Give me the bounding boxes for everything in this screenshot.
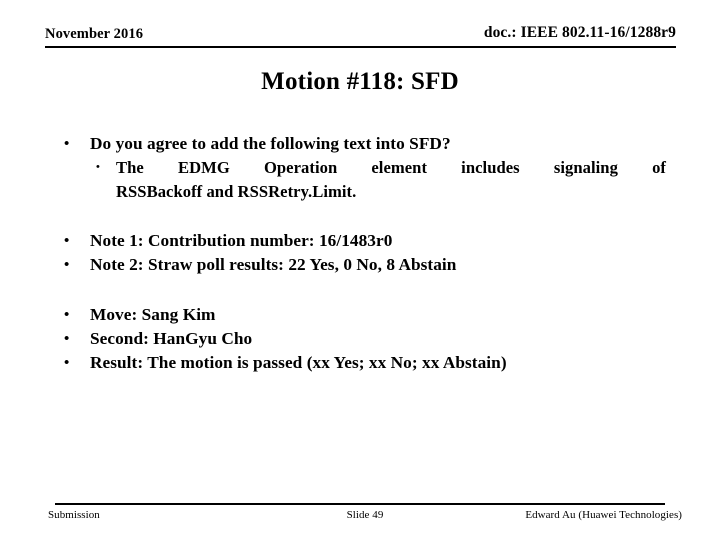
bullet-marker-icon: •: [64, 355, 70, 371]
bullet-marker-icon: •: [64, 257, 70, 273]
bullet-second: • Second: HanGyu Cho: [56, 327, 666, 351]
footer-divider: [55, 503, 665, 505]
body-group-proposal: • Do you agree to add the following text…: [56, 132, 666, 203]
sub-bullet-line-1: The EDMG Operation element includes sign…: [116, 158, 666, 177]
bullet-marker-icon: •: [64, 233, 70, 249]
bullet-question-text: Do you agree to add the following text i…: [90, 134, 451, 153]
bullet-marker-icon: •: [64, 136, 70, 152]
bullet-move-text: Move: Sang Kim: [90, 305, 216, 324]
sub-bullet-marker-icon: •: [96, 161, 100, 173]
bullet-second-text: Second: HanGyu Cho: [90, 329, 253, 348]
header-date: November 2016: [45, 26, 144, 42]
header-document-number: doc.: IEEE 802.11-16/1288r9: [483, 24, 676, 41]
sub-bullet-line-2: RSSBackoff and RSSRetry.Limit.: [116, 181, 357, 201]
bullet-note-2-text: Note 2: Straw poll results: 22 Yes, 0 No…: [90, 255, 457, 274]
bullet-marker-icon: •: [64, 307, 70, 323]
bullet-note-1: • Note 1: Contribution number: 16/1483r0: [56, 229, 666, 253]
body-group-motion-outcome: • Move: Sang Kim • Second: HanGyu Cho • …: [56, 303, 666, 375]
page-title: Motion #118: SFD: [261, 68, 459, 95]
slide-body: • Do you agree to add the following text…: [56, 132, 666, 375]
footer-author: Edward Au (Huawei Technologies): [525, 509, 682, 521]
header-divider: [45, 46, 676, 48]
bullet-note-2: • Note 2: Straw poll results: 22 Yes, 0 …: [56, 253, 666, 277]
bullet-marker-icon: •: [64, 331, 70, 347]
slide-footer: Submission Slide 49 Edward Au (Huawei Te…: [48, 509, 682, 527]
bullet-move: • Move: Sang Kim: [56, 303, 666, 327]
sub-bullet-sfd-text: • The EDMG Operation element includes si…: [94, 156, 666, 203]
bullet-result: • Result: The motion is passed (xx Yes; …: [56, 351, 666, 375]
body-spacer-2: [56, 277, 666, 303]
bullet-question: • Do you agree to add the following text…: [56, 132, 666, 156]
slide-canvas: November 2016 doc.: IEEE 802.11-16/1288r…: [0, 0, 720, 540]
body-spacer-1: [56, 203, 666, 229]
body-group-notes: • Note 1: Contribution number: 16/1483r0…: [56, 229, 666, 277]
bullet-note-1-text: Note 1: Contribution number: 16/1483r0: [90, 231, 393, 250]
bullet-result-text: Result: The motion is passed (xx Yes; xx…: [90, 353, 507, 372]
